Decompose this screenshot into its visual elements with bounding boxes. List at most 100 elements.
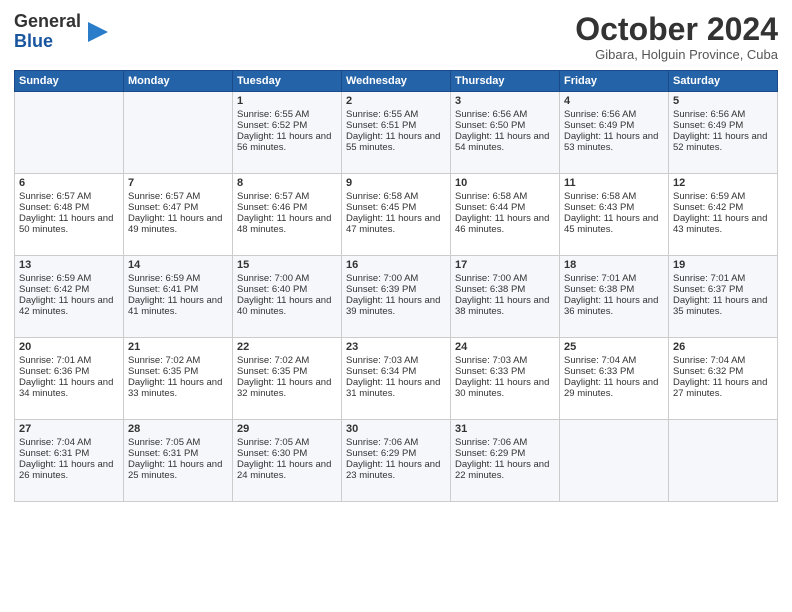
day-number: 6 xyxy=(19,177,119,189)
weekday-header-thursday: Thursday xyxy=(451,71,560,92)
day-info: Daylight: 11 hours and 26 minutes. xyxy=(19,459,119,481)
day-info: Sunrise: 6:58 AM xyxy=(346,191,446,202)
header: General Blue October 2024 Gibara, Holgui… xyxy=(14,12,778,62)
day-info: Sunrise: 6:55 AM xyxy=(237,109,337,120)
calendar-cell: 17Sunrise: 7:00 AMSunset: 6:38 PMDayligh… xyxy=(451,256,560,338)
calendar-cell: 18Sunrise: 7:01 AMSunset: 6:38 PMDayligh… xyxy=(560,256,669,338)
day-info: Sunset: 6:51 PM xyxy=(346,120,446,131)
calendar-cell xyxy=(15,92,124,174)
calendar-cell: 9Sunrise: 6:58 AMSunset: 6:45 PMDaylight… xyxy=(342,174,451,256)
day-info: Sunset: 6:42 PM xyxy=(673,202,773,213)
day-info: Sunrise: 7:00 AM xyxy=(455,273,555,284)
logo-blue: Blue xyxy=(14,32,81,52)
day-number: 25 xyxy=(564,341,664,353)
day-info: Sunrise: 7:05 AM xyxy=(128,437,228,448)
day-info: Sunset: 6:42 PM xyxy=(19,284,119,295)
location: Gibara, Holguin Province, Cuba xyxy=(575,47,778,62)
calendar-cell: 29Sunrise: 7:05 AMSunset: 6:30 PMDayligh… xyxy=(233,420,342,502)
day-number: 26 xyxy=(673,341,773,353)
day-info: Sunset: 6:32 PM xyxy=(673,366,773,377)
day-number: 20 xyxy=(19,341,119,353)
calendar-cell: 25Sunrise: 7:04 AMSunset: 6:33 PMDayligh… xyxy=(560,338,669,420)
calendar-cell xyxy=(560,420,669,502)
calendar-cell: 12Sunrise: 6:59 AMSunset: 6:42 PMDayligh… xyxy=(669,174,778,256)
calendar-cell: 31Sunrise: 7:06 AMSunset: 6:29 PMDayligh… xyxy=(451,420,560,502)
day-number: 15 xyxy=(237,259,337,271)
calendar-cell: 7Sunrise: 6:57 AMSunset: 6:47 PMDaylight… xyxy=(124,174,233,256)
day-info: Daylight: 11 hours and 30 minutes. xyxy=(455,377,555,399)
calendar-cell: 16Sunrise: 7:00 AMSunset: 6:39 PMDayligh… xyxy=(342,256,451,338)
weekday-header-friday: Friday xyxy=(560,71,669,92)
day-info: Sunset: 6:35 PM xyxy=(237,366,337,377)
day-number: 10 xyxy=(455,177,555,189)
day-number: 16 xyxy=(346,259,446,271)
day-info: Daylight: 11 hours and 56 minutes. xyxy=(237,131,337,153)
calendar-cell: 21Sunrise: 7:02 AMSunset: 6:35 PMDayligh… xyxy=(124,338,233,420)
day-number: 21 xyxy=(128,341,228,353)
day-info: Sunrise: 7:06 AM xyxy=(455,437,555,448)
day-info: Daylight: 11 hours and 43 minutes. xyxy=(673,213,773,235)
day-number: 29 xyxy=(237,423,337,435)
day-info: Sunset: 6:50 PM xyxy=(455,120,555,131)
calendar-cell: 28Sunrise: 7:05 AMSunset: 6:31 PMDayligh… xyxy=(124,420,233,502)
day-info: Sunset: 6:33 PM xyxy=(455,366,555,377)
day-info: Sunrise: 7:04 AM xyxy=(564,355,664,366)
day-number: 2 xyxy=(346,95,446,107)
day-number: 3 xyxy=(455,95,555,107)
day-info: Daylight: 11 hours and 33 minutes. xyxy=(128,377,228,399)
calendar-cell: 19Sunrise: 7:01 AMSunset: 6:37 PMDayligh… xyxy=(669,256,778,338)
weekday-header-wednesday: Wednesday xyxy=(342,71,451,92)
day-info: Daylight: 11 hours and 48 minutes. xyxy=(237,213,337,235)
calendar-table: SundayMondayTuesdayWednesdayThursdayFrid… xyxy=(14,70,778,502)
day-info: Sunset: 6:49 PM xyxy=(564,120,664,131)
calendar-cell: 27Sunrise: 7:04 AMSunset: 6:31 PMDayligh… xyxy=(15,420,124,502)
calendar-body: 1Sunrise: 6:55 AMSunset: 6:52 PMDaylight… xyxy=(15,92,778,502)
day-info: Daylight: 11 hours and 36 minutes. xyxy=(564,295,664,317)
logo: General Blue xyxy=(14,12,112,52)
calendar-cell: 24 Sunrise: 7:03 AMSunset: 6:33 PMDayligh… xyxy=(451,338,560,420)
calendar-cell: 4Sunrise: 6:56 AMSunset: 6:49 PMDaylight… xyxy=(560,92,669,174)
day-info: Sunrise: 6:58 AM xyxy=(455,191,555,202)
calendar-cell: 5Sunrise: 6:56 AMSunset: 6:49 PMDaylight… xyxy=(669,92,778,174)
day-info: Daylight: 11 hours and 38 minutes. xyxy=(455,295,555,317)
week-row-4: 20Sunrise: 7:01 AMSunset: 6:36 PMDayligh… xyxy=(15,338,778,420)
day-info: Sunrise: 6:57 AM xyxy=(128,191,228,202)
day-info: Sunrise: 7:04 AM xyxy=(19,437,119,448)
week-row-5: 27Sunrise: 7:04 AMSunset: 6:31 PMDayligh… xyxy=(15,420,778,502)
day-info: Daylight: 11 hours and 22 minutes. xyxy=(455,459,555,481)
calendar-cell: 15Sunrise: 7:00 AMSunset: 6:40 PMDayligh… xyxy=(233,256,342,338)
day-info: Sunrise: 7:03 AM xyxy=(346,355,446,366)
day-info: Daylight: 11 hours and 46 minutes. xyxy=(455,213,555,235)
calendar-cell: 23Sunrise: 7:03 AMSunset: 6:34 PMDayligh… xyxy=(342,338,451,420)
day-info: Daylight: 11 hours and 45 minutes. xyxy=(564,213,664,235)
weekday-header-saturday: Saturday xyxy=(669,71,778,92)
day-info: Daylight: 11 hours and 42 minutes. xyxy=(19,295,119,317)
day-info: Daylight: 11 hours and 50 minutes. xyxy=(19,213,119,235)
day-info: Sunrise: 7:03 AM xyxy=(455,355,555,366)
weekday-header-tuesday: Tuesday xyxy=(233,71,342,92)
calendar-cell: 14Sunrise: 6:59 AMSunset: 6:41 PMDayligh… xyxy=(124,256,233,338)
day-info: Sunrise: 7:00 AM xyxy=(346,273,446,284)
calendar-cell: 26Sunrise: 7:04 AMSunset: 6:32 PMDayligh… xyxy=(669,338,778,420)
day-info: Sunset: 6:40 PM xyxy=(237,284,337,295)
day-info: Sunrise: 7:04 AM xyxy=(673,355,773,366)
day-number: 22 xyxy=(237,341,337,353)
day-info: Sunrise: 6:59 AM xyxy=(673,191,773,202)
week-row-1: 1Sunrise: 6:55 AMSunset: 6:52 PMDaylight… xyxy=(15,92,778,174)
day-info: Daylight: 11 hours and 39 minutes. xyxy=(346,295,446,317)
day-info: Sunrise: 7:00 AM xyxy=(237,273,337,284)
day-info: Sunrise: 7:02 AM xyxy=(237,355,337,366)
day-number: 4 xyxy=(564,95,664,107)
day-info: Daylight: 11 hours and 54 minutes. xyxy=(455,131,555,153)
day-info: Sunrise: 6:56 AM xyxy=(455,109,555,120)
calendar-cell: 20Sunrise: 7:01 AMSunset: 6:36 PMDayligh… xyxy=(15,338,124,420)
day-info: Sunset: 6:33 PM xyxy=(564,366,664,377)
day-info: Daylight: 11 hours and 31 minutes. xyxy=(346,377,446,399)
day-info: Daylight: 11 hours and 32 minutes. xyxy=(237,377,337,399)
day-info: Daylight: 11 hours and 55 minutes. xyxy=(346,131,446,153)
day-number: 18 xyxy=(564,259,664,271)
day-info: Sunrise: 6:56 AM xyxy=(564,109,664,120)
day-number: 24 xyxy=(455,341,555,353)
calendar-cell: 3 Sunrise: 6:56 AMSunset: 6:50 PMDaylight… xyxy=(451,92,560,174)
day-info: Daylight: 11 hours and 49 minutes. xyxy=(128,213,228,235)
